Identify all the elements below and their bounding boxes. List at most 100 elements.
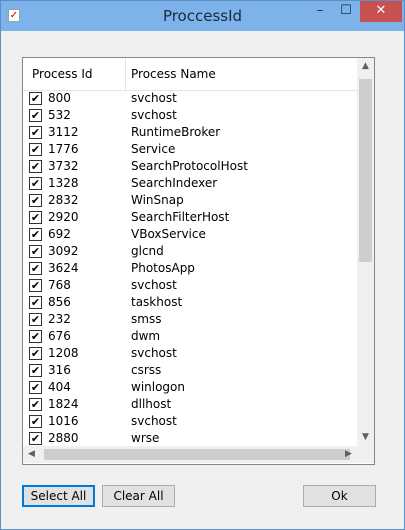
process-name-cell: svchost <box>131 414 177 428</box>
process-name-cell: svchost <box>131 108 177 122</box>
scroll-down-icon[interactable]: ▼ <box>357 429 374 446</box>
process-name-cell: taskhost <box>131 295 183 309</box>
vertical-scrollbar[interactable]: ▲ ▼ <box>357 58 374 446</box>
table-row[interactable]: ✔ 232 smss <box>23 311 357 328</box>
row-checkbox[interactable]: ✔ <box>29 194 42 207</box>
row-checkbox[interactable]: ✔ <box>29 109 42 122</box>
table-row[interactable]: ✔ 676 dwm <box>23 328 357 345</box>
process-id-cell: 1328 <box>48 176 79 190</box>
table-row[interactable]: ✔ 3092 glcnd <box>23 243 357 260</box>
close-button[interactable]: ✕ <box>360 1 402 22</box>
table-row[interactable]: ✔ 1328 SearchIndexer <box>23 175 357 192</box>
process-id-cell: 316 <box>48 363 71 377</box>
process-name-cell: WinSnap <box>131 193 184 207</box>
table-row[interactable]: ✔ 404 winlogon <box>23 379 357 396</box>
scroll-up-icon[interactable]: ▲ <box>357 58 374 75</box>
process-id-cell: 3112 <box>48 125 79 139</box>
scroll-left-icon[interactable]: ◀ <box>23 446 40 463</box>
process-name-cell: svchost <box>131 91 177 105</box>
row-checkbox[interactable]: ✔ <box>29 92 42 105</box>
row-checkbox[interactable]: ✔ <box>29 330 42 343</box>
minimize-button[interactable]: – <box>307 1 333 22</box>
table-row[interactable]: ✔ 3624 PhotosApp <box>23 260 357 277</box>
row-checkbox[interactable]: ✔ <box>29 296 42 309</box>
table-row[interactable]: ✔ 1208 svchost <box>23 345 357 362</box>
row-checkbox[interactable]: ✔ <box>29 177 42 190</box>
maximize-button[interactable]: ☐ <box>333 1 359 22</box>
row-checkbox[interactable]: ✔ <box>29 211 42 224</box>
row-checkbox[interactable]: ✔ <box>29 228 42 241</box>
process-name-cell: SearchFilterHost <box>131 210 230 224</box>
process-id-cell: 3732 <box>48 159 79 173</box>
row-checkbox[interactable]: ✔ <box>29 398 42 411</box>
row-checkbox[interactable]: ✔ <box>29 126 42 139</box>
process-window: ✓ ProccessId – ☐ ✕ Process Id Process Na… <box>0 0 405 530</box>
process-id-cell: 768 <box>48 278 71 292</box>
table-row[interactable]: ✔ 768 svchost <box>23 277 357 294</box>
row-checkbox[interactable]: ✔ <box>29 364 42 377</box>
row-checkbox[interactable]: ✔ <box>29 143 42 156</box>
process-name-cell: Service <box>131 142 176 156</box>
table-row[interactable]: ✔ 856 taskhost <box>23 294 357 311</box>
select-all-button[interactable]: Select All <box>22 485 95 507</box>
process-name-cell: dllhost <box>131 397 172 411</box>
table-row[interactable]: ✔ 800 svchost <box>23 90 357 107</box>
list-rows: ✔ 800 svchost ✔ 532 svchost ✔ 3112 RuntimeBroker… <box>23 90 357 447</box>
column-header-process-name[interactable]: Process Name <box>126 58 357 90</box>
process-name-cell: VBoxService <box>131 227 206 241</box>
process-id-cell: 232 <box>48 312 71 326</box>
row-checkbox[interactable]: ✔ <box>29 160 42 173</box>
row-checkbox[interactable]: ✔ <box>29 262 42 275</box>
process-name-cell: dwm <box>131 329 161 343</box>
process-id-cell: 856 <box>48 295 71 309</box>
ok-button[interactable]: Ok <box>303 485 376 507</box>
row-checkbox[interactable]: ✔ <box>29 279 42 292</box>
process-id-cell: 1016 <box>48 414 79 428</box>
process-id-cell: 800 <box>48 91 71 105</box>
horizontal-scrollbar[interactable]: ◀ ▶ <box>23 446 357 463</box>
process-name-cell: csrss <box>131 363 162 377</box>
process-name-cell: smss <box>131 312 162 326</box>
table-row[interactable]: ✔ 3732 SearchProtocolHost <box>23 158 357 175</box>
process-id-cell: 404 <box>48 380 71 394</box>
row-checkbox[interactable]: ✔ <box>29 432 42 445</box>
process-id-cell: 3624 <box>48 261 79 275</box>
process-id-cell: 3092 <box>48 244 79 258</box>
process-id-cell: 2920 <box>48 210 79 224</box>
vertical-scroll-thumb[interactable] <box>359 79 372 262</box>
scroll-right-icon[interactable]: ▶ <box>340 446 357 463</box>
list-header: Process Id Process Name <box>23 58 357 91</box>
scrollbar-corner <box>357 446 374 463</box>
table-row[interactable]: ✔ 316 csrss <box>23 362 357 379</box>
table-row[interactable]: ✔ 1016 svchost <box>23 413 357 430</box>
process-id-cell: 2880 <box>48 431 79 445</box>
table-row[interactable]: ✔ 1776 Service <box>23 141 357 158</box>
clear-all-button[interactable]: Clear All <box>102 485 175 507</box>
process-name-cell: svchost <box>131 346 177 360</box>
process-name-cell: glcnd <box>131 244 164 258</box>
table-row[interactable]: ✔ 2880 wrse <box>23 430 357 447</box>
title-bar[interactable]: ✓ ProccessId – ☐ ✕ <box>1 1 404 31</box>
row-checkbox[interactable]: ✔ <box>29 245 42 258</box>
process-name-cell: PhotosApp <box>131 261 195 275</box>
process-id-cell: 676 <box>48 329 71 343</box>
table-row[interactable]: ✔ 2920 SearchFilterHost <box>23 209 357 226</box>
process-name-cell: RuntimeBroker <box>131 125 221 139</box>
column-header-process-id[interactable]: Process Id <box>23 58 126 90</box>
row-checkbox[interactable]: ✔ <box>29 381 42 394</box>
table-row[interactable]: ✔ 692 VBoxService <box>23 226 357 243</box>
process-name-cell: wrse <box>131 431 160 445</box>
row-checkbox[interactable]: ✔ <box>29 313 42 326</box>
horizontal-scroll-thumb[interactable] <box>44 449 350 460</box>
process-name-cell: SearchIndexer <box>131 176 218 190</box>
process-id-cell: 692 <box>48 227 71 241</box>
table-row[interactable]: ✔ 3112 RuntimeBroker <box>23 124 357 141</box>
table-row[interactable]: ✔ 532 svchost <box>23 107 357 124</box>
table-row[interactable]: ✔ 1824 dllhost <box>23 396 357 413</box>
process-name-cell: svchost <box>131 278 177 292</box>
process-list[interactable]: Process Id Process Name ✔ 800 svchost ✔ 532 s… <box>22 57 375 465</box>
process-name-cell: winlogon <box>131 380 185 394</box>
row-checkbox[interactable]: ✔ <box>29 415 42 428</box>
row-checkbox[interactable]: ✔ <box>29 347 42 360</box>
table-row[interactable]: ✔ 2832 WinSnap <box>23 192 357 209</box>
